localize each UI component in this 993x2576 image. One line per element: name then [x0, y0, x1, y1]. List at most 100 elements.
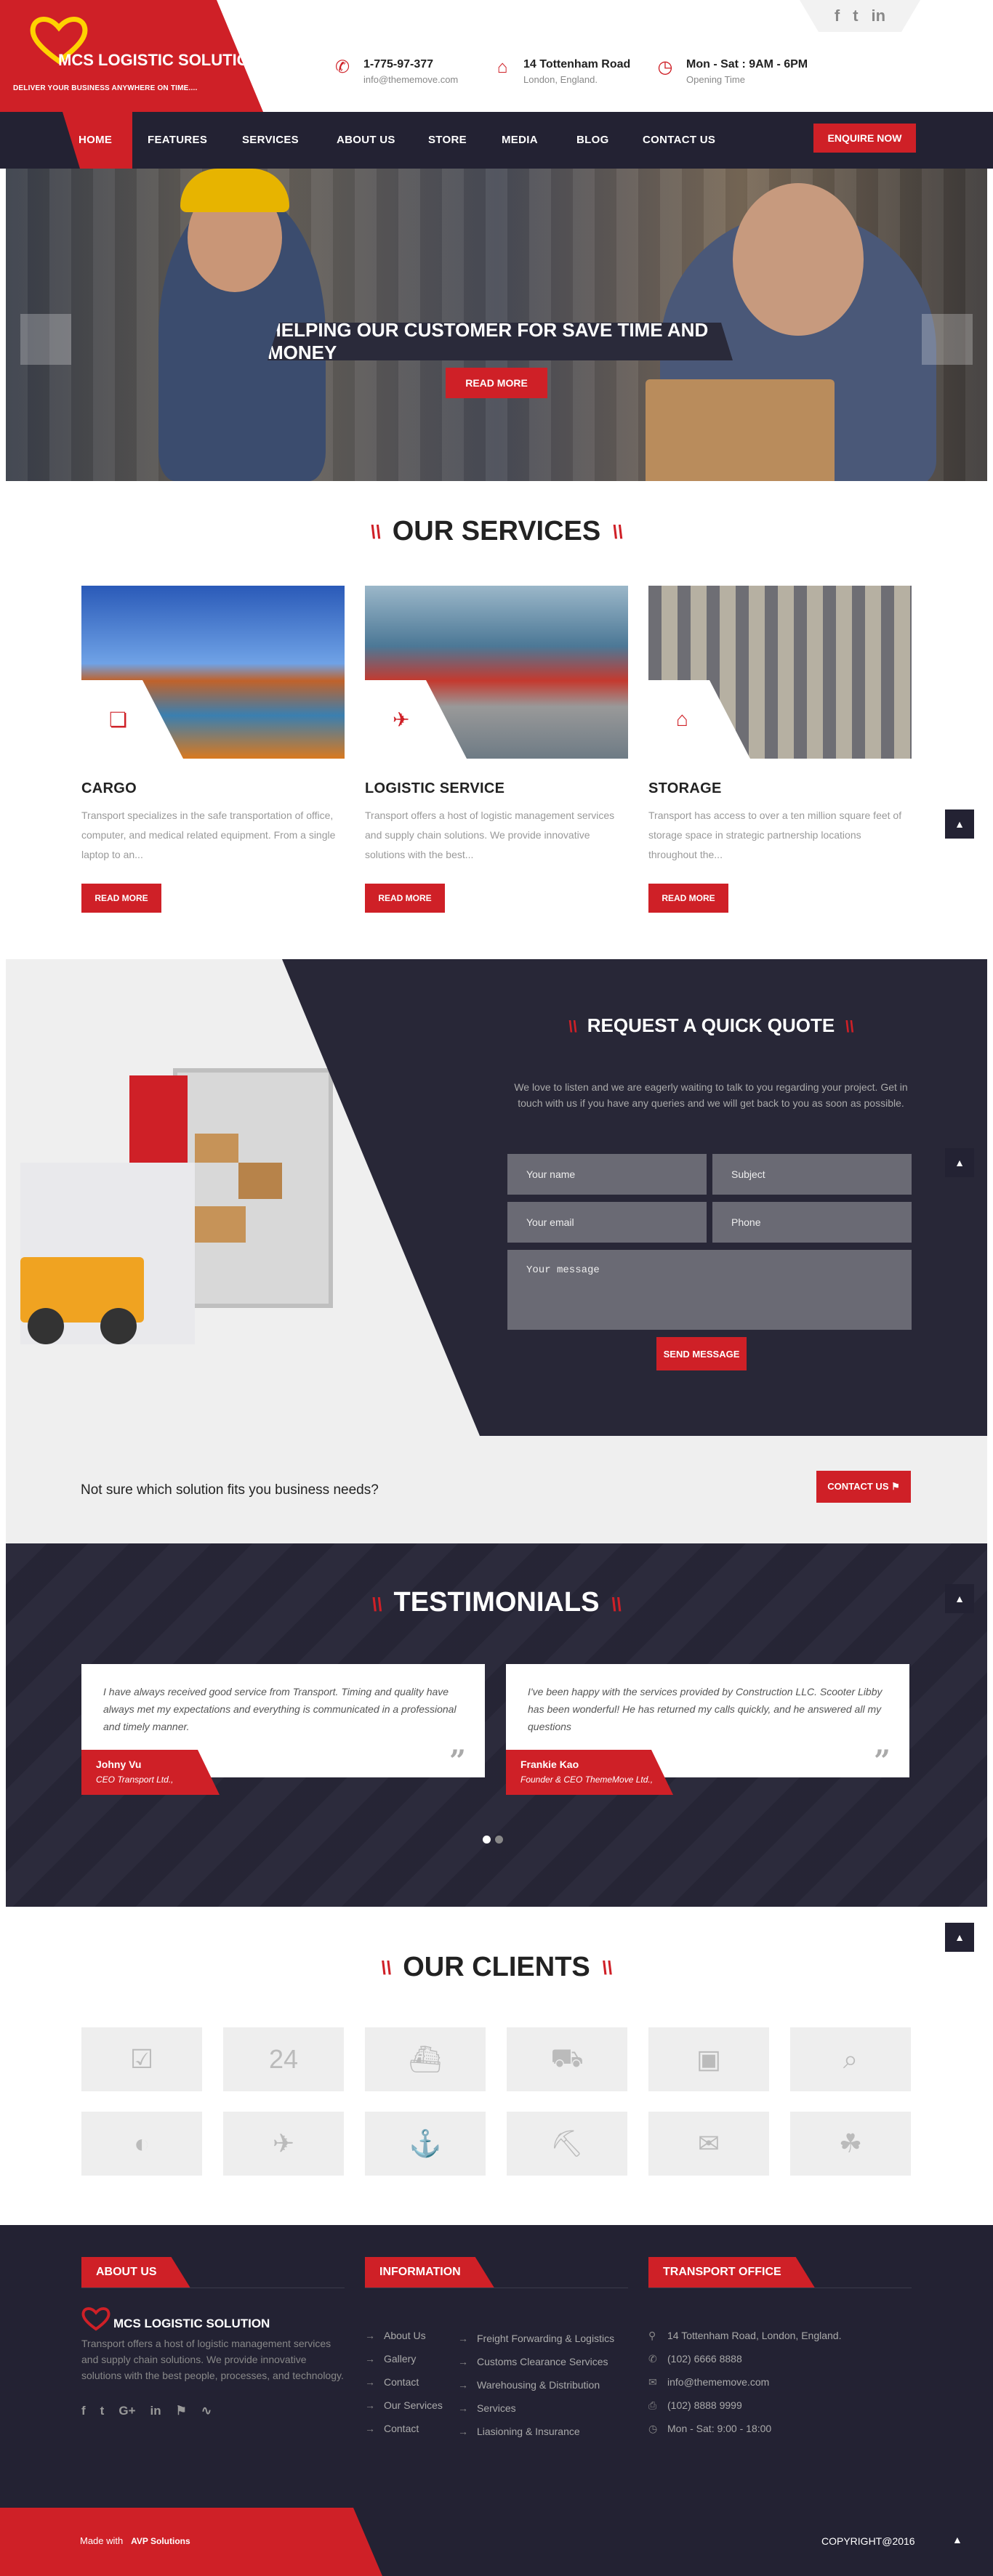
contact-us-button[interactable]: CONTACT US ⚑ — [816, 1471, 911, 1503]
arrow-icon: → — [365, 2376, 375, 2388]
service-title[interactable]: LOGISTIC SERVICE — [365, 780, 628, 797]
send-message-button[interactable]: SEND MESSAGE — [656, 1337, 747, 1370]
logistic-image: ✈ — [365, 586, 628, 759]
footer-about: MCS LOGISTIC SOLUTION Transport offers a… — [81, 2305, 345, 2418]
footer-office-heading: TRANSPORT OFFICE — [648, 2257, 815, 2288]
plane-icon: ✈ — [393, 708, 410, 731]
facebook-icon[interactable]: f — [81, 2404, 86, 2418]
footer-link[interactable]: → Gallery — [365, 2347, 459, 2370]
client-logo[interactable]: ☑ — [81, 2027, 202, 2091]
services-title: \\ OUR SERVICES \\ — [370, 516, 623, 546]
office-phone[interactable]: ✆ (102) 6666 8888 — [648, 2347, 912, 2370]
scroll-top-button[interactable]: ▲ — [945, 1923, 974, 1952]
phone-field[interactable]: Phone — [712, 1202, 912, 1243]
scroll-top-button[interactable]: ▲ — [945, 1148, 974, 1177]
enquire-now-button[interactable]: ENQUIRE NOW — [813, 124, 916, 153]
read-more-button[interactable]: READ MORE — [365, 884, 445, 913]
subject-field[interactable]: Subject — [712, 1154, 912, 1195]
nav-contact-us[interactable]: CONTACT US — [643, 112, 715, 169]
linkedin-icon[interactable]: in — [150, 2404, 161, 2418]
nav-home[interactable]: HOME — [79, 112, 112, 169]
testimonials-section: \\ TESTIMONIALS \\ I have always received … — [6, 1543, 987, 1907]
author-name: Frankie Kao — [520, 1759, 579, 1770]
bottom-red-strip — [0, 2508, 382, 2576]
email-address[interactable]: info@thememove.com — [363, 74, 458, 85]
nav-about-us[interactable]: ABOUT US — [337, 112, 395, 169]
client-logo[interactable]: ☘ — [790, 2112, 911, 2176]
bottom-bar: Made with AVP Solutions COPYRIGHT@2016 ▲ — [0, 2508, 993, 2576]
dot-2[interactable] — [495, 1836, 503, 1844]
testimonial-dots — [483, 1836, 503, 1844]
footer-link[interactable]: → Contact — [365, 2417, 459, 2440]
message-field[interactable]: Your message — [507, 1250, 912, 1330]
footer-social: f t G+ in ⚑ ∿ — [81, 2404, 345, 2418]
mail-icon: ✉ — [648, 2376, 657, 2388]
client-logo[interactable]: 24 — [223, 2027, 344, 2091]
client-logo[interactable]: ⌕ — [790, 2027, 911, 2091]
address-line: 14 Tottenham Road — [523, 58, 631, 70]
scroll-top-button[interactable]: ▲ — [952, 2534, 962, 2545]
footer-about-heading: ABOUT US — [81, 2257, 190, 2288]
client-logo[interactable]: ⛟ — [507, 2027, 627, 2091]
footer-link[interactable]: → Liasioning & Insurance — [458, 2420, 632, 2443]
name-field[interactable]: Your name — [507, 1154, 707, 1195]
service-card-logistic: ✈ LOGISTIC SERVICE Transport offers a ho… — [365, 586, 628, 913]
nav-features[interactable]: FEATURES — [148, 112, 207, 169]
footer-link[interactable]: → About Us — [365, 2324, 459, 2347]
client-logo[interactable]: ⚓ — [365, 2112, 486, 2176]
dot-1[interactable] — [483, 1836, 491, 1844]
office-fax: ⎙ (102) 8888 9999 — [648, 2394, 912, 2417]
nav-blog[interactable]: BLOG — [576, 112, 609, 169]
clock-icon: ◷ — [648, 2423, 658, 2434]
service-title[interactable]: STORAGE — [648, 780, 912, 797]
header-phone: ✆ 1-775-97-377 info@thememove.com — [331, 58, 458, 86]
office-email[interactable]: ✉ info@thememove.com — [648, 2370, 912, 2394]
arrow-icon: → — [458, 2426, 468, 2437]
footer-link[interactable]: → Services — [458, 2397, 632, 2420]
google-plus-icon[interactable]: G+ — [118, 2404, 135, 2418]
footer-link[interactable]: → Freight Forwarding & Logistics — [458, 2327, 632, 2350]
rss-icon[interactable]: ∿ — [201, 2404, 212, 2418]
footer-link[interactable]: → Contact — [365, 2370, 459, 2394]
twitter-icon[interactable]: t — [853, 7, 858, 25]
slider-prev-arrow[interactable] — [20, 314, 71, 365]
read-more-button[interactable]: READ MORE — [81, 884, 161, 913]
foursquare-icon[interactable]: ⚑ — [176, 2404, 187, 2418]
nav-store[interactable]: STORE — [428, 112, 467, 169]
read-more-button[interactable]: READ MORE — [648, 884, 728, 913]
header-social: f t in — [800, 0, 920, 32]
opening-label: Opening Time — [686, 74, 745, 85]
client-logo[interactable]: ✈ — [223, 2112, 344, 2176]
phone-number[interactable]: 1-775-97-377 — [363, 58, 458, 71]
hero-slider: HELPING OUR CUSTOMER FOR SAVE TIME AND M… — [6, 169, 987, 481]
quote-icon: ” — [449, 1744, 466, 1778]
footer-links-right: → Freight Forwarding & Logistics → Customs… — [458, 2327, 632, 2443]
linkedin-icon[interactable]: in — [872, 7, 886, 25]
quote-text: We love to listen and we are eagerly wai… — [514, 1081, 908, 1109]
footer-link[interactable]: → Customs Clearance Services — [458, 2350, 632, 2373]
testimonial-quote: I've been happy with the services provid… — [528, 1686, 883, 1732]
nav-services[interactable]: SERVICES — [242, 112, 299, 169]
scroll-top-button[interactable]: ▲ — [945, 1584, 974, 1613]
client-logo[interactable]: ⛴ — [365, 2027, 486, 2091]
service-title[interactable]: CARGO — [81, 780, 345, 797]
main-nav: HOME FEATURES SERVICES ABOUT US STORE ME… — [0, 112, 993, 169]
hero-read-more-button[interactable]: READ MORE — [446, 368, 547, 398]
nav-media[interactable]: MEDIA — [502, 112, 538, 169]
client-logo[interactable]: ▣ — [648, 2027, 769, 2091]
footer-link[interactable]: → Warehousing & Distribution — [458, 2373, 632, 2397]
cargo-image: ❏ — [81, 586, 345, 759]
email-field[interactable]: Your email — [507, 1202, 707, 1243]
made-with: Made with AVP Solutions — [80, 2535, 190, 2546]
client-logo[interactable]: ⛏ — [507, 2112, 627, 2176]
footer-link[interactable]: → Our Services — [365, 2394, 459, 2417]
client-logo[interactable]: ✉ — [648, 2112, 769, 2176]
made-by-link[interactable]: AVP Solutions — [131, 2536, 190, 2546]
slider-next-arrow[interactable] — [922, 314, 973, 365]
author-name: Johny Vu — [96, 1759, 142, 1770]
scroll-top-button[interactable]: ▲ — [945, 809, 974, 839]
facebook-icon[interactable]: f — [835, 7, 840, 25]
client-logo[interactable]: ◐ — [81, 2112, 202, 2176]
twitter-icon[interactable]: t — [100, 2404, 105, 2418]
logo[interactable]: MCS LOGISTIC SOLUTION DELIVER YOUR BUSIN… — [0, 0, 263, 112]
